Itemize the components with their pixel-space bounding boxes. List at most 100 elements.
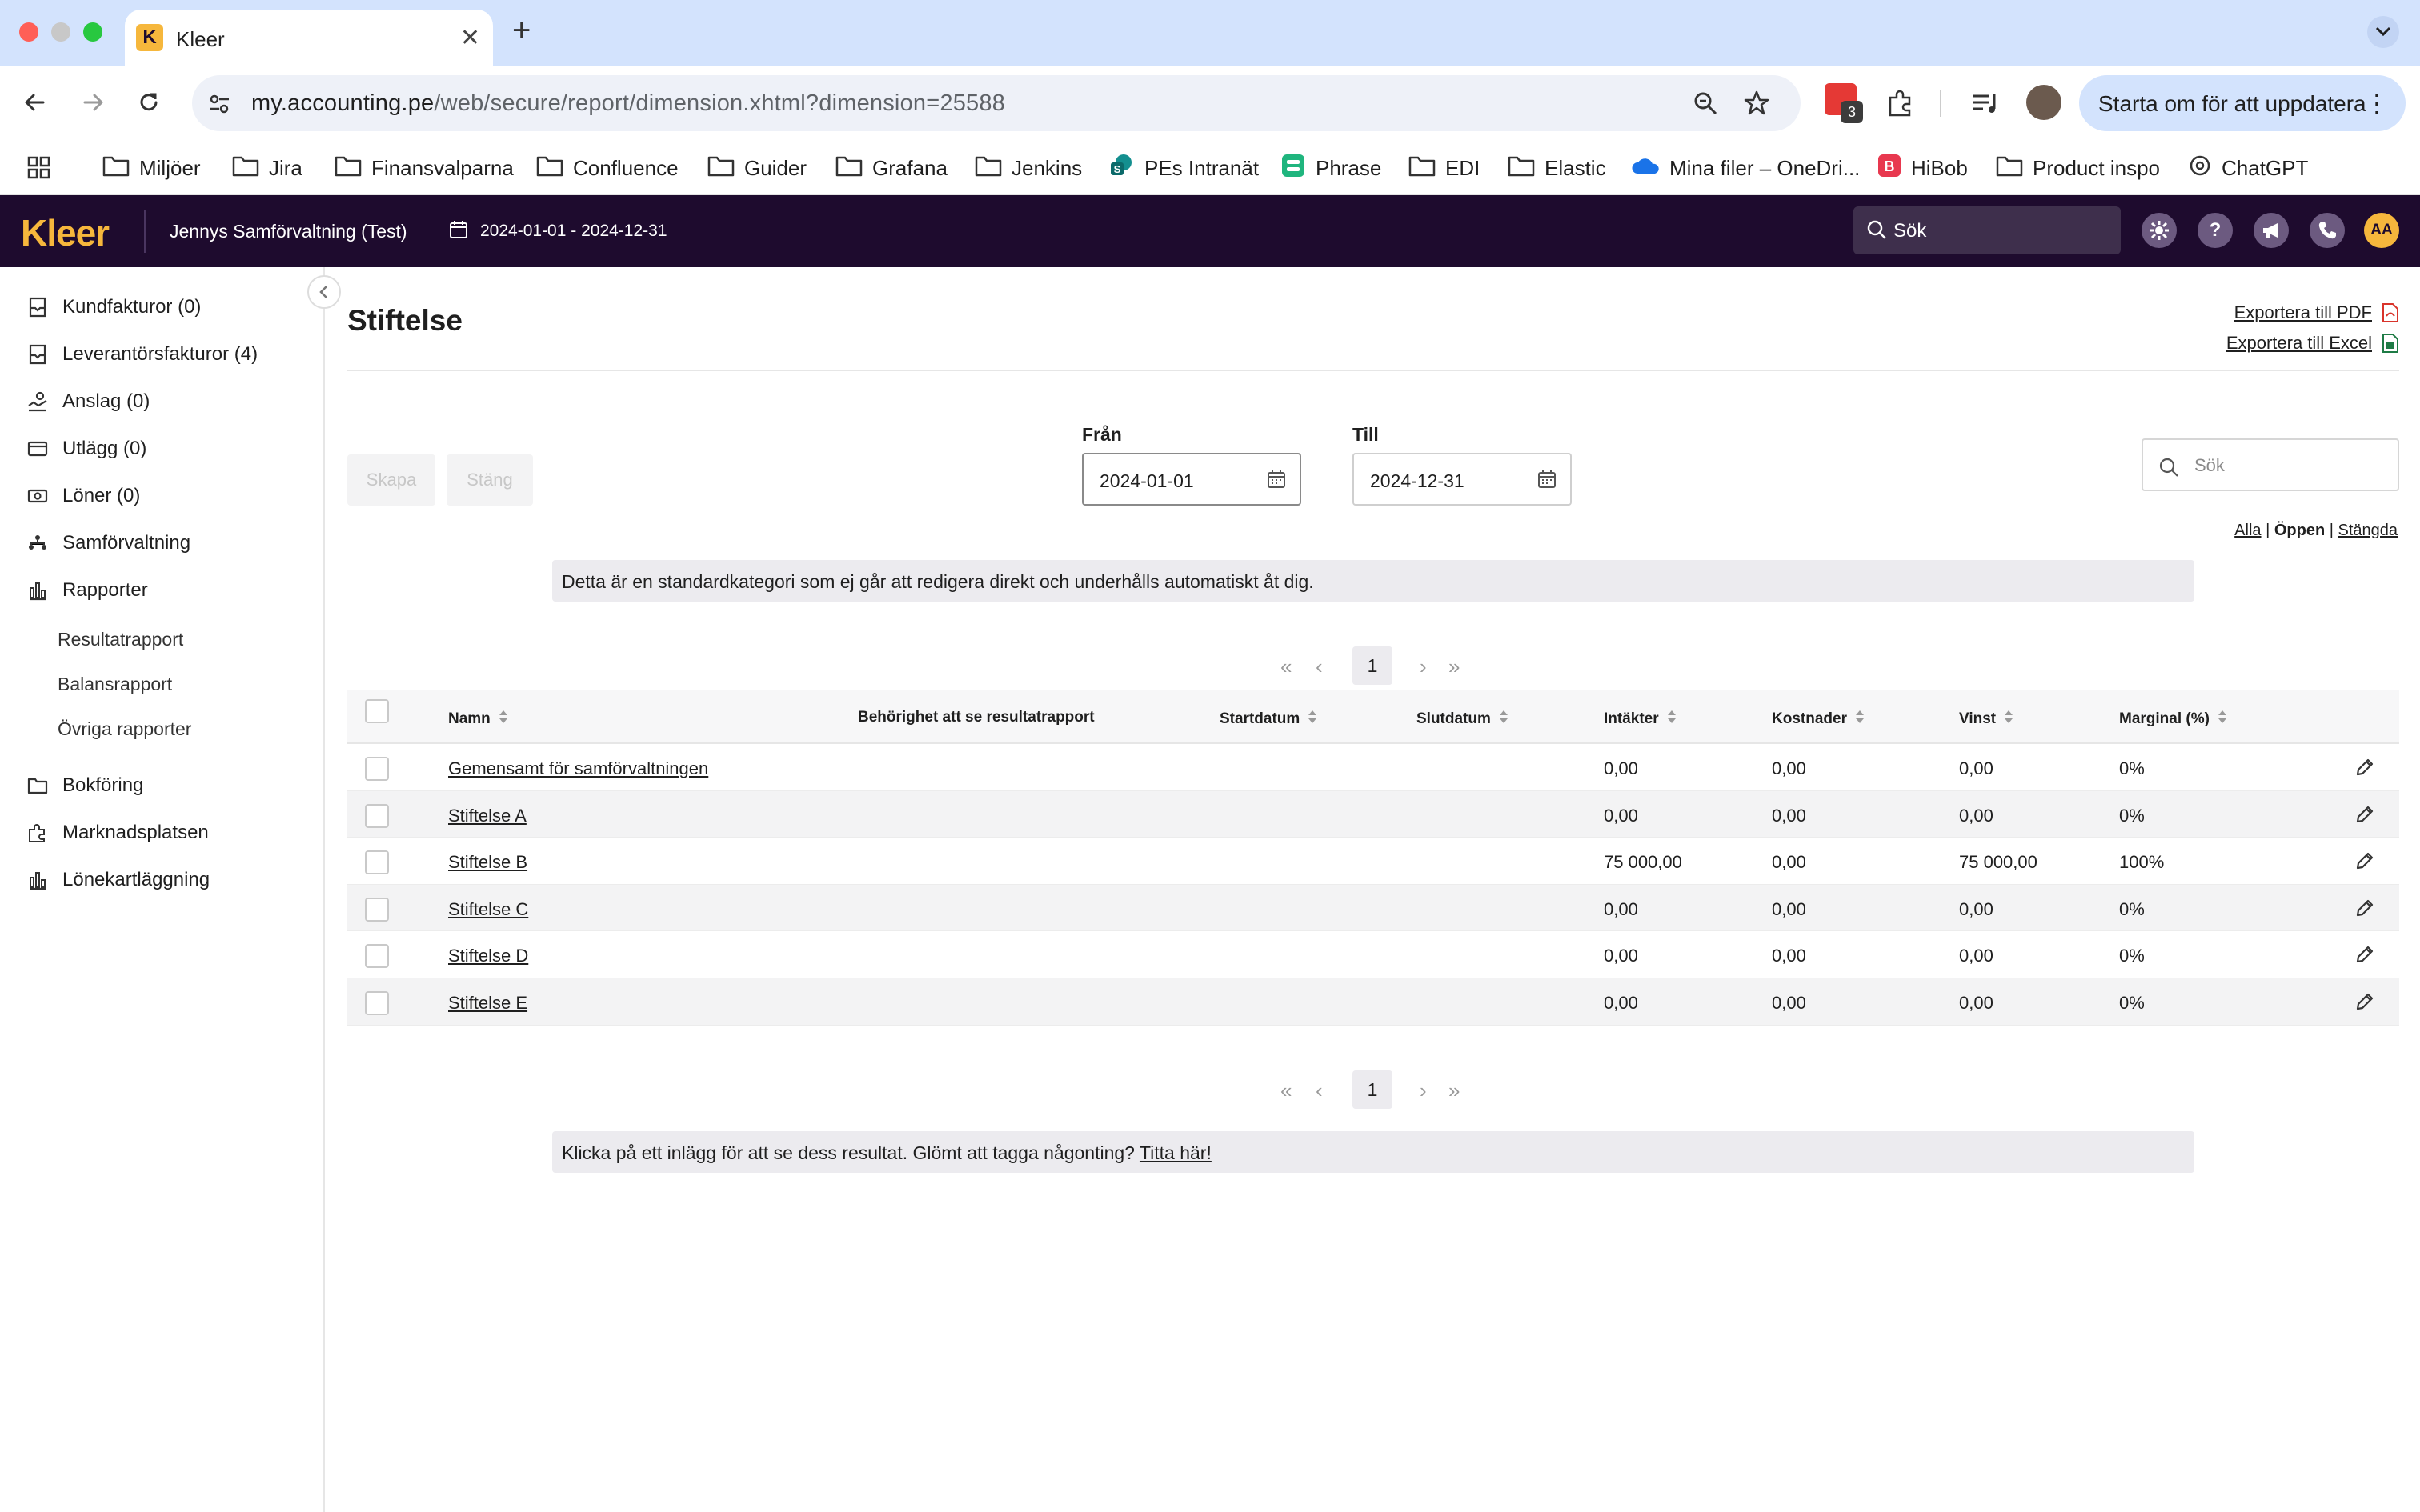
to-date-field[interactable]: 2024-12-31 (1352, 453, 1572, 506)
reload-icon[interactable] (133, 86, 165, 118)
minimize-window-button[interactable] (51, 22, 70, 42)
sidebar-item-utlagg[interactable]: Utlägg (0) (27, 433, 146, 465)
bookmark-folder[interactable]: Jenkins (975, 154, 1082, 182)
from-date-field[interactable]: 2024-01-01 (1082, 453, 1301, 506)
site-settings-icon[interactable] (206, 91, 232, 121)
update-browser-button[interactable]: Starta om för att uppdatera ⋮ (2079, 75, 2406, 131)
table-row[interactable]: Stiftelse E 0,00 0,00 0,00 0% (347, 978, 2399, 1026)
bookmark-folder[interactable]: Jira (232, 154, 302, 182)
last-page-icon[interactable]: » (1448, 654, 1460, 679)
sidebar-item-samforvaltning[interactable]: Samförvaltning (27, 527, 190, 559)
bookmark-folder[interactable]: Finansvalparna (335, 154, 514, 182)
sort-icon[interactable] (1499, 709, 1508, 730)
more-menu-icon[interactable]: ⋮ (2364, 88, 2390, 118)
table-row[interactable]: Stiftelse C 0,00 0,00 0,00 0% (347, 884, 2399, 932)
bookmark-folder[interactable]: Elastic (1508, 154, 1606, 182)
col-header-margin[interactable]: Marginal (%) (2119, 709, 2227, 730)
prev-page-icon[interactable]: ‹ (1316, 654, 1323, 679)
filter-all-link[interactable]: Alla (2234, 522, 2261, 539)
help-icon[interactable]: ? (2198, 213, 2233, 248)
table-row[interactable]: Stiftelse B 75 000,00 0,00 75 000,00 100… (347, 838, 2399, 885)
table-search-field[interactable] (2142, 438, 2399, 491)
bookmark-link[interactable]: Phrase (1280, 154, 1381, 182)
sidebar-item-rapporter[interactable]: Rapporter (27, 574, 148, 606)
col-header-name[interactable]: Namn (448, 709, 508, 730)
edit-pencil-icon[interactable] (2354, 850, 2375, 875)
announcement-megaphone-icon[interactable] (2254, 213, 2289, 248)
edit-pencil-icon[interactable] (2354, 991, 2375, 1016)
row-name-link[interactable]: Stiftelse D (448, 946, 528, 966)
calendar-icon[interactable] (1266, 469, 1287, 494)
company-selector[interactable]: Jennys Samförvaltning (Test) (170, 221, 407, 242)
settings-gear-icon[interactable] (2142, 213, 2177, 248)
sort-icon[interactable] (2004, 709, 2013, 730)
prev-page-icon[interactable]: ‹ (1316, 1078, 1323, 1103)
export-pdf-link[interactable]: Exportera till PDF (2234, 302, 2372, 323)
sort-icon[interactable] (1308, 709, 1317, 730)
bookmark-folder[interactable]: Miljöer (102, 154, 201, 182)
calendar-icon[interactable] (1537, 469, 1557, 494)
col-header-income[interactable]: Intäkter (1604, 709, 1677, 730)
user-avatar[interactable]: AA (2364, 213, 2399, 248)
row-checkbox[interactable] (365, 850, 389, 875)
bookmark-star-icon[interactable] (1743, 90, 1770, 121)
table-search-input[interactable] (2194, 453, 2386, 478)
sidebar-subitem-ovriga-rapporter[interactable]: Övriga rapporter (58, 718, 191, 740)
edit-pencil-icon[interactable] (2354, 757, 2375, 782)
sort-icon[interactable] (499, 709, 508, 730)
create-button[interactable]: Skapa (347, 454, 435, 506)
row-name-link[interactable]: Stiftelse A (448, 806, 527, 826)
bookmark-folder[interactable]: Grafana (835, 154, 948, 182)
filter-closed-link[interactable]: Stängda (2338, 522, 2398, 539)
row-checkbox[interactable] (365, 803, 389, 828)
collapse-sidebar-button[interactable] (307, 275, 341, 309)
tab-search-button[interactable] (2367, 16, 2399, 48)
apps-grid-icon[interactable] (27, 154, 51, 182)
row-checkbox[interactable] (365, 897, 389, 922)
next-page-icon[interactable]: › (1420, 1078, 1427, 1103)
row-name-link[interactable]: Stiftelse E (448, 993, 527, 1014)
sidebar-item-bokforing[interactable]: Bokföring (27, 770, 143, 802)
pdf-file-icon[interactable] (2382, 302, 2399, 327)
bookmark-folder[interactable]: Product inspo (1996, 154, 2160, 182)
extensions-puzzle-icon[interactable] (1885, 88, 1916, 122)
next-page-icon[interactable]: › (1420, 654, 1427, 679)
sidebar-item-anslag[interactable]: Anslag (0) (27, 386, 150, 418)
bookmark-folder[interactable]: Confluence (536, 154, 679, 182)
sort-icon[interactable] (2218, 709, 2227, 730)
bookmark-folder[interactable]: Guider (707, 154, 807, 182)
row-checkbox[interactable] (365, 757, 389, 781)
sidebar-item-loner[interactable]: Löner (0) (27, 480, 140, 512)
col-header-profit[interactable]: Vinst (1959, 709, 2013, 730)
phone-icon[interactable] (2310, 213, 2345, 248)
sidebar-subitem-balansrapport[interactable]: Balansrapport (58, 674, 172, 695)
table-row[interactable]: Gemensamt för samförvaltningen 0,00 0,00… (347, 744, 2399, 791)
export-excel-link[interactable]: Exportera till Excel (2226, 333, 2372, 354)
filter-open-active[interactable]: Öppen (2274, 522, 2325, 539)
media-control-icon[interactable] (1970, 88, 2001, 122)
back-arrow-icon[interactable] (19, 86, 51, 118)
sidebar-subitem-resultatrapport[interactable]: Resultatrapport (58, 629, 183, 650)
col-header-startdate[interactable]: Startdatum (1220, 709, 1317, 730)
browser-tab-active[interactable]: K Kleer ✕ (125, 10, 493, 66)
row-name-link[interactable]: Stiftelse B (448, 852, 527, 873)
table-row[interactable]: Stiftelse A 0,00 0,00 0,00 0% (347, 790, 2399, 838)
maximize-window-button[interactable] (83, 22, 102, 42)
kleer-logo[interactable]: Kleer (21, 211, 110, 254)
close-button[interactable]: Stäng (447, 454, 533, 506)
last-page-icon[interactable]: » (1448, 1078, 1460, 1103)
zoom-icon[interactable] (1692, 90, 1719, 121)
header-search-input[interactable]: Sök (1853, 206, 2121, 254)
bookmark-link[interactable]: ChatGPT (2188, 154, 2308, 182)
first-page-icon[interactable]: « (1280, 654, 1292, 679)
current-page[interactable]: 1 (1352, 1070, 1392, 1109)
sidebar-item-leverantorsfakturor[interactable]: Leverantörsfakturor (4) (27, 338, 258, 370)
tab-close-icon[interactable]: ✕ (460, 24, 480, 52)
new-tab-icon[interactable]: + (512, 13, 531, 49)
address-bar[interactable]: my.accounting.pe/web/secure/report/dimen… (192, 75, 1801, 131)
forward-arrow-icon[interactable] (77, 86, 109, 118)
close-window-button[interactable] (19, 22, 38, 42)
row-checkbox[interactable] (365, 944, 389, 969)
row-name-link[interactable]: Stiftelse C (448, 899, 528, 920)
look-here-link[interactable]: Titta här! (1140, 1142, 1212, 1163)
